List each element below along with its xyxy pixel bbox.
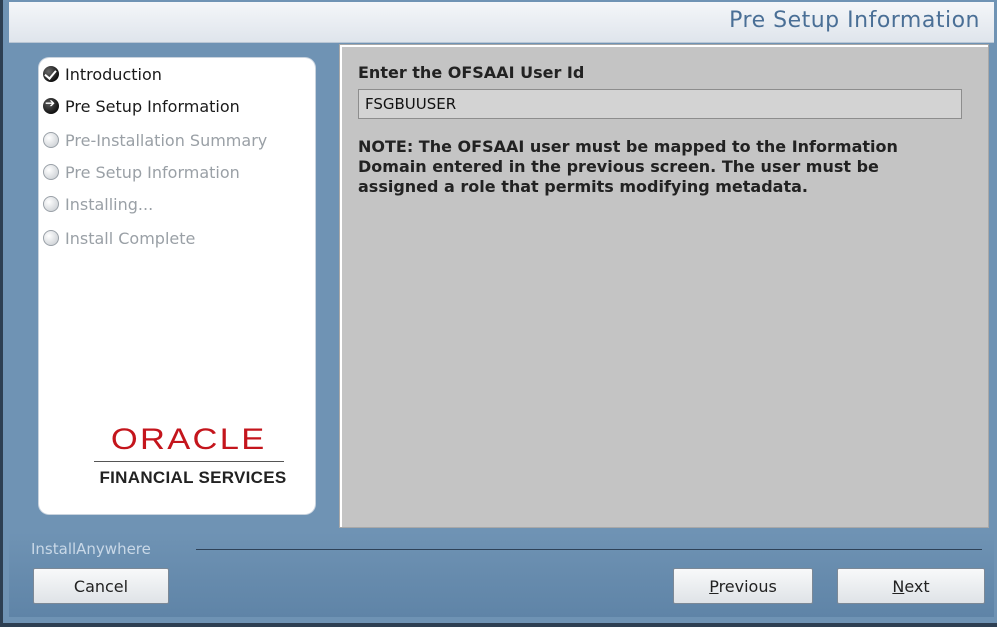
empty-circle-icon — [43, 132, 59, 148]
step-pre-setup-information-2: Pre Setup Information — [43, 158, 240, 186]
logo-divider — [94, 461, 284, 462]
cancel-button[interactable]: Cancel — [33, 568, 169, 604]
footer-divider — [196, 549, 982, 550]
installer-window: Pre Setup Information Introduction Pre S… — [0, 0, 997, 627]
step-label: Installing... — [65, 194, 154, 214]
step-label: Install Complete — [65, 228, 196, 248]
step-install-complete: Install Complete — [43, 224, 195, 252]
page-title: Pre Setup Information — [729, 8, 980, 33]
steps-panel: Introduction Pre Setup Information Pre-I… — [39, 58, 315, 514]
step-label: Pre Setup Information — [65, 96, 240, 116]
content-panel: Enter the OFSAAI User Id NOTE: The OFSAA… — [339, 44, 989, 528]
previous-label: Previous — [709, 576, 777, 596]
cancel-label: Cancel — [73, 576, 129, 596]
step-label: Pre-Installation Summary — [65, 130, 268, 150]
step-pre-setup-information: Pre Setup Information — [43, 92, 240, 120]
oracle-brand: ORACLE — [111, 423, 267, 456]
note-text: NOTE: The OFSAAI user must be mapped to … — [358, 137, 898, 196]
step-pre-installation-summary: Pre-Installation Summary — [43, 126, 267, 154]
previous-button[interactable]: Previous — [673, 568, 813, 604]
user-id-input[interactable] — [358, 89, 962, 119]
arrow-circle-icon — [43, 96, 59, 114]
user-id-label: Enter the OFSAAI User Id — [358, 63, 585, 82]
empty-circle-icon — [43, 230, 59, 246]
step-introduction: Introduction — [43, 60, 162, 88]
step-installing: Installing... — [43, 190, 153, 218]
oracle-tagline: FINANCIAL SERVICES — [99, 468, 287, 487]
installer-label: InstallAnywhere — [31, 540, 151, 558]
empty-circle-icon — [43, 196, 59, 212]
next-label: Next — [892, 576, 930, 596]
header-bar: Pre Setup Information — [9, 2, 994, 43]
step-label: Introduction — [65, 64, 162, 84]
footer-bar: InstallAnywhere Cancel Previous Next — [9, 532, 994, 617]
oracle-logo: ORACLE FINANCIAL SERVICES — [94, 423, 286, 488]
empty-circle-icon — [43, 164, 59, 180]
step-label: Pre Setup Information — [65, 162, 240, 182]
check-circle-icon — [43, 66, 59, 82]
next-button[interactable]: Next — [837, 568, 985, 604]
